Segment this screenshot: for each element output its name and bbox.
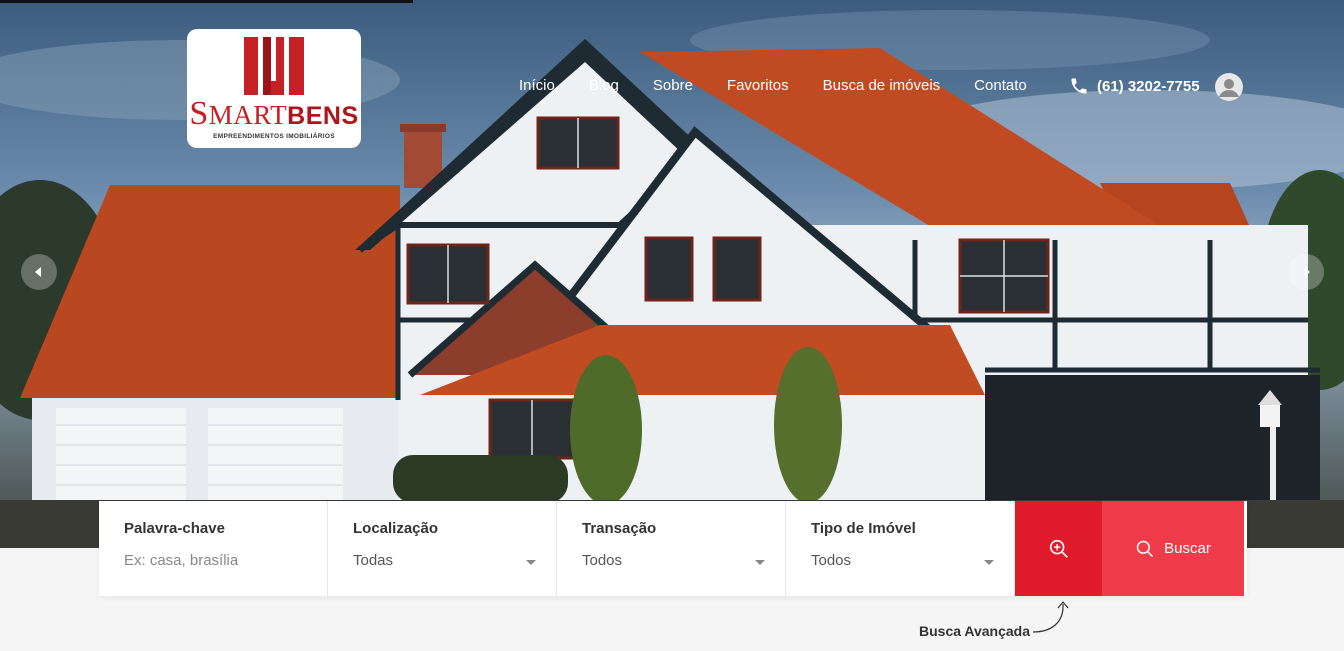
- location-label: Localização: [353, 520, 439, 537]
- transaction-value: Todos: [582, 552, 623, 569]
- search-icon: [1136, 540, 1154, 557]
- property-type-value: Todos: [811, 552, 852, 569]
- hero-banner: SMARTBENS EMPREENDIMENTOS IMOBILIÁRIOS I…: [0, 0, 1344, 548]
- phone-contact[interactable]: (61) 3202-7755: [1069, 76, 1200, 96]
- keyword-label: Palavra-chave: [124, 520, 225, 537]
- phone-icon: [1071, 78, 1087, 94]
- phone-number: (61) 3202-7755: [1097, 77, 1200, 95]
- transaction-label: Transação: [582, 520, 657, 537]
- nav-item-blog[interactable]: Blog: [589, 77, 619, 94]
- nav-item-sobre[interactable]: Sobre: [653, 77, 693, 94]
- nav-item-inicio[interactable]: Início: [519, 77, 555, 94]
- chevron-down-icon: [526, 560, 536, 565]
- property-type-select[interactable]: Tipo de Imóvel Todos: [786, 501, 1015, 596]
- keyword-input[interactable]: [124, 552, 302, 569]
- slider-prev-button[interactable]: [21, 254, 57, 290]
- curved-arrow-icon: [1032, 601, 1069, 633]
- location-select[interactable]: Localização Todas: [328, 501, 557, 596]
- keyword-field: Palavra-chave: [99, 501, 328, 596]
- slider-next-button[interactable]: [1288, 254, 1324, 290]
- nav-item-contato[interactable]: Contato: [974, 77, 1027, 94]
- property-search-bar: Palavra-chave Localização Todas Transaçã…: [99, 501, 1247, 596]
- user-account-button[interactable]: [1215, 73, 1243, 101]
- nav-item-busca-imoveis[interactable]: Busca de imóveis: [823, 77, 941, 94]
- chevron-left-icon: [35, 267, 41, 277]
- property-type-label: Tipo de Imóvel: [811, 520, 916, 537]
- nav-item-favoritos[interactable]: Favoritos: [727, 77, 789, 94]
- search-button-label: Buscar: [1164, 540, 1211, 557]
- location-value: Todas: [353, 552, 394, 569]
- user-icon: [1219, 79, 1239, 97]
- chevron-down-icon: [984, 560, 994, 565]
- search-button[interactable]: Buscar: [1102, 501, 1244, 596]
- brand-logo[interactable]: SMARTBENS EMPREENDIMENTOS IMOBILIÁRIOS: [187, 29, 361, 148]
- chevron-right-icon: [1304, 267, 1310, 277]
- transaction-select[interactable]: Transação Todos: [557, 501, 786, 596]
- page-loading-bar: [0, 0, 413, 3]
- chevron-down-icon: [755, 560, 765, 565]
- brand-tagline: EMPREENDIMENTOS IMOBILIÁRIOS: [213, 133, 335, 140]
- brand-name: SMARTBENS: [189, 95, 359, 132]
- advanced-search-note[interactable]: Busca Avançada: [919, 623, 1030, 639]
- logo-mark-icon: [244, 37, 304, 95]
- advanced-search-button[interactable]: [1015, 501, 1102, 596]
- zoom-in-icon: [1049, 539, 1068, 558]
- main-nav: Início Blog Sobre Favoritos Busca de imó…: [519, 77, 1061, 94]
